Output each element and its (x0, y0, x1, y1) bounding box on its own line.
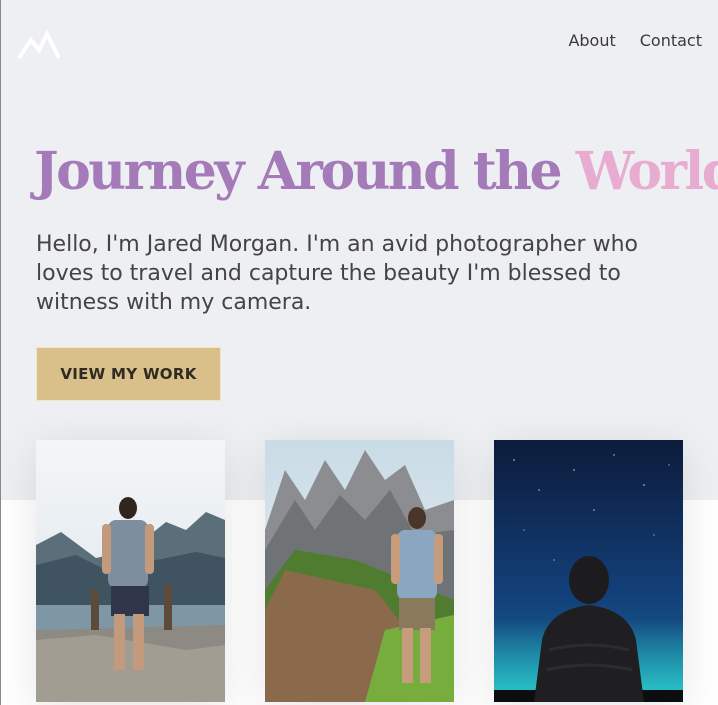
gallery-photo-1[interactable] (36, 440, 225, 702)
intro-text: Hello, I'm Jared Morgan. I'm an avid pho… (36, 232, 638, 315)
page-title: Journey Around the World (34, 134, 718, 210)
nav-link-about[interactable]: About (568, 31, 615, 50)
window-edge (0, 0, 1, 705)
nav-link-contact[interactable]: Contact (640, 31, 702, 50)
gallery-photo-2[interactable] (265, 440, 454, 702)
hiker-mountain-photo (265, 440, 454, 702)
hiker-lake-photo (36, 440, 225, 702)
gallery-photo-3[interactable] (494, 440, 683, 702)
title-main: Journey Around the (34, 141, 563, 202)
mountain-logo-icon[interactable] (17, 30, 61, 60)
main-nav: About Contact (568, 31, 702, 50)
night-sky-photo (494, 440, 683, 702)
view-my-work-button[interactable]: VIEW MY WORK (36, 347, 221, 401)
title-accent: World (575, 141, 718, 202)
